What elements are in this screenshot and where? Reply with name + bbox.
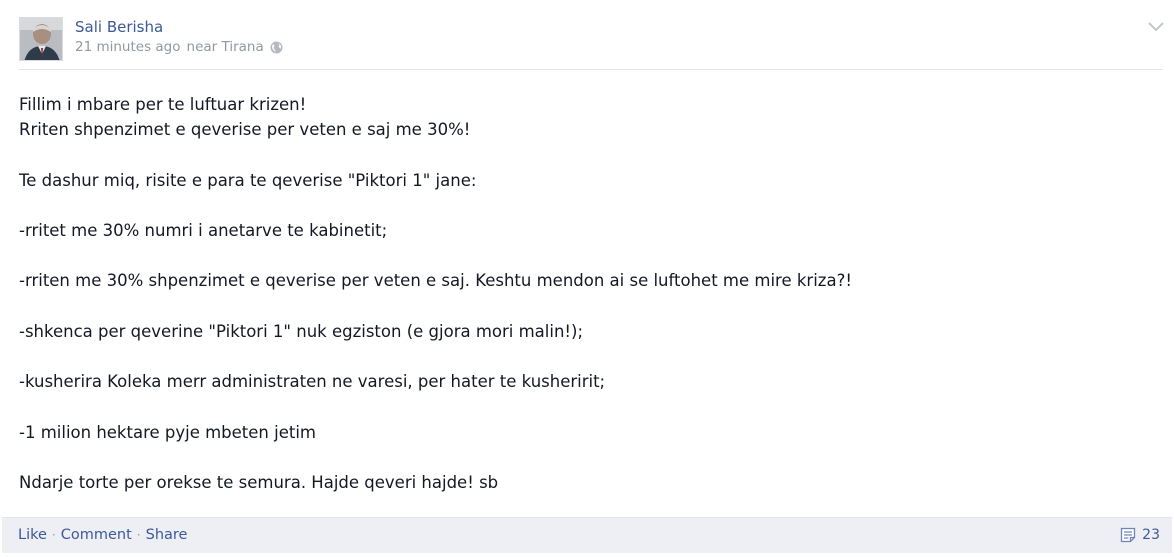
post-line: Rriten shpenzimet e qeverise per veten e…	[19, 120, 471, 140]
post-timestamp[interactable]: 21 minutes ago	[75, 39, 181, 55]
post-line: -rriten me 30% shpenzimet e qeverise per…	[19, 271, 852, 291]
comment-link[interactable]: Comment	[61, 527, 132, 543]
chevron-down-icon[interactable]	[1146, 16, 1166, 36]
post-line: Fillim i mbare per te luftuar krizen!	[19, 95, 307, 114]
comment-count: 23	[1142, 527, 1160, 543]
post-line: -kusherira Koleka merr administraten ne …	[19, 372, 606, 392]
globe-icon[interactable]	[270, 41, 283, 54]
post-line: -shkenca per qeverine "Piktori 1" nuk eg…	[19, 321, 584, 341]
post-line: Ndarje torte per orekse te semura. Hajde…	[19, 472, 499, 492]
avatar[interactable]	[19, 17, 63, 61]
header-divider	[19, 69, 1163, 70]
profile-photo	[20, 18, 62, 60]
post-line: -1 milion hektare pyje mbeten jetim	[19, 422, 316, 442]
author-name[interactable]: Sali Berisha	[75, 18, 163, 36]
share-link[interactable]: Share	[146, 527, 188, 543]
post-header: Sali Berisha 21 minutes ago near Tirana	[0, 0, 1174, 70]
separator: ·	[136, 528, 141, 542]
comment-icon	[1121, 527, 1136, 543]
separator: ·	[51, 528, 56, 542]
post-location[interactable]: near Tirana	[187, 39, 264, 55]
comment-count-link[interactable]: 23	[1120, 527, 1160, 543]
like-link[interactable]: Like	[18, 527, 47, 543]
post-text: Fillim i mbare per te luftuar krizen! Rr…	[19, 92, 1159, 495]
post-line: -rritet me 30% numri i anetarve te kabin…	[19, 220, 388, 240]
post-actions: Like · Comment · Share	[18, 527, 187, 543]
post-line: Te dashur miq, risite e para te qeverise…	[19, 170, 477, 190]
post-meta: 21 minutes ago near Tirana	[75, 39, 283, 55]
post-footer: Like · Comment · Share 23	[2, 517, 1172, 553]
